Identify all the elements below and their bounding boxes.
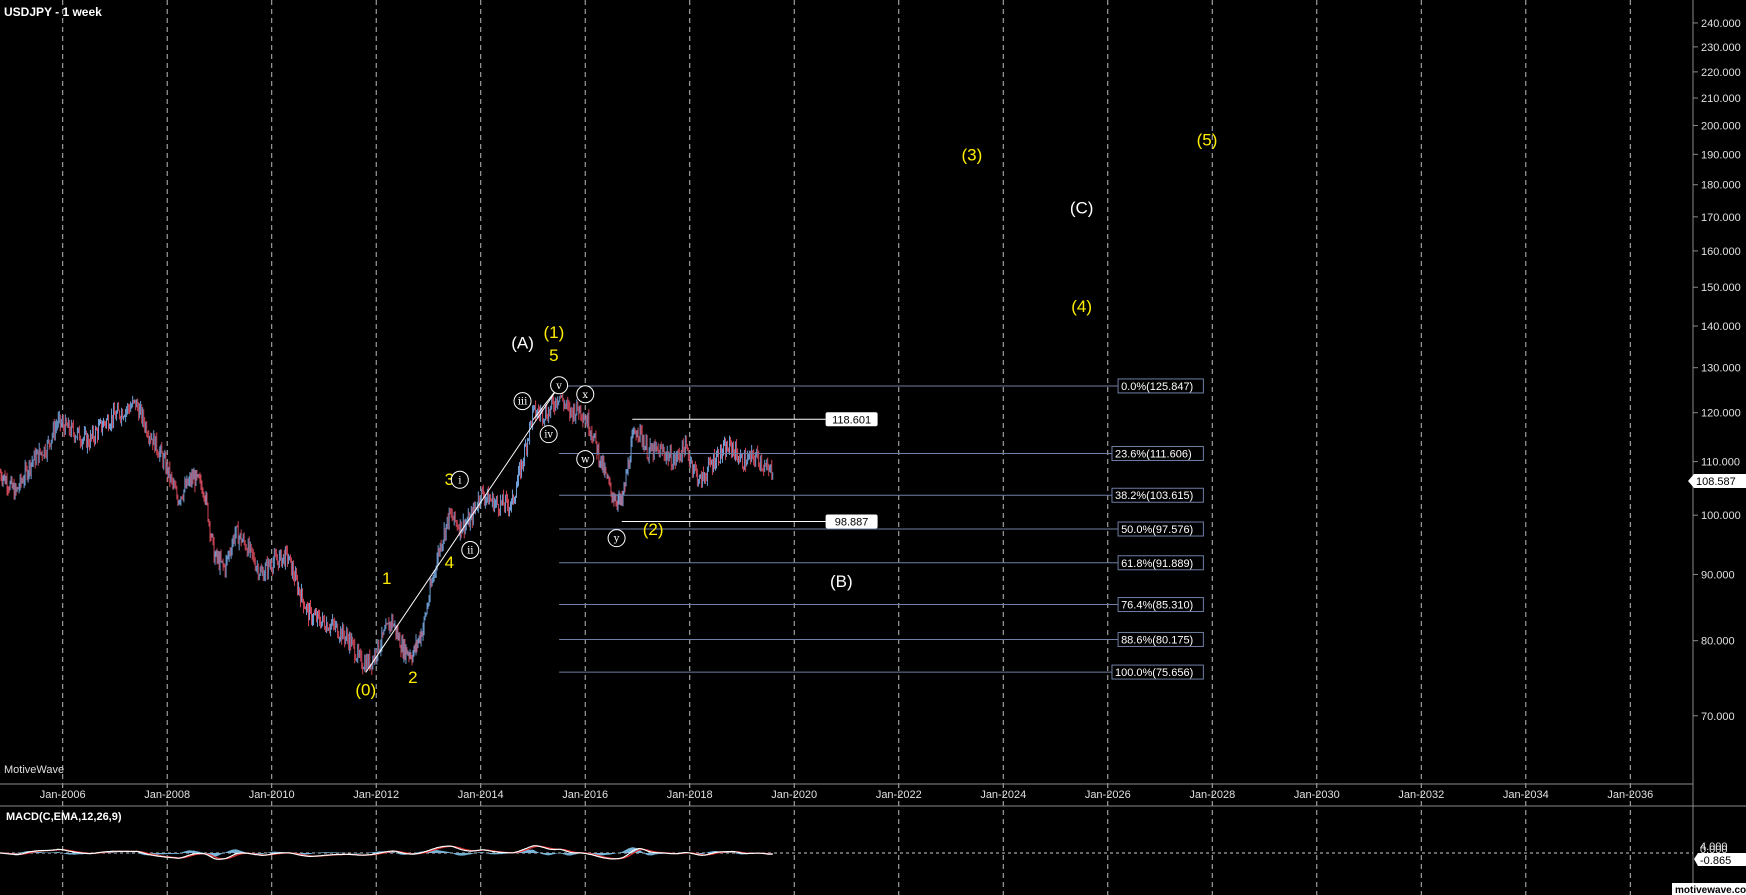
y-tick-label: 140.000 (1701, 321, 1741, 333)
x-tick-label: Jan-2032 (1398, 789, 1444, 801)
x-tick-label: Jan-2012 (353, 789, 399, 801)
y-tick-label: 210.000 (1701, 93, 1741, 105)
x-tick-label: Jan-2028 (1189, 789, 1235, 801)
wave-label: 2 (408, 668, 417, 687)
footer-badge: motivewave.com (1672, 883, 1746, 895)
wave-label: (2) (643, 520, 664, 539)
circle-label: i (458, 475, 461, 486)
circle-label: y (613, 534, 620, 545)
x-tick-label: Jan-2006 (40, 789, 86, 801)
x-tick-label: Jan-2014 (458, 789, 504, 801)
x-tick-label: Jan-2026 (1085, 789, 1131, 801)
wave-label: 4 (445, 553, 454, 572)
y-tick-label: 230.000 (1701, 42, 1741, 54)
wave-label: 1 (382, 569, 391, 588)
y-tick-label: 200.000 (1701, 120, 1741, 132)
fib-level-label: 61.8%(91.889) (1121, 558, 1193, 570)
x-tick-label: Jan-2016 (562, 789, 608, 801)
wave-label: (4) (1071, 297, 1092, 316)
wave-label: (C) (1070, 199, 1094, 218)
fib-level-label: 76.4%(85.310) (1121, 600, 1193, 612)
fib-level-label: 38.2%(103.615) (1115, 490, 1193, 502)
circle-label: v (555, 381, 562, 392)
footer-text: motivewave.com (1675, 885, 1746, 895)
y-tick-label: 170.000 (1701, 212, 1741, 224)
x-tick-label: Jan-2008 (144, 789, 190, 801)
chart-title: USDJPY - 1 week (4, 5, 102, 19)
y-tick-label: 160.000 (1701, 246, 1741, 258)
x-tick-label: Jan-2018 (667, 789, 713, 801)
circle-label: iii (518, 397, 528, 408)
y-tick-label: 100.000 (1701, 510, 1741, 522)
circle-label: iv (544, 430, 553, 441)
x-tick-label: Jan-2030 (1294, 789, 1340, 801)
watermark: MotiveWave (4, 764, 64, 776)
price-marker-label: 98.887 (835, 517, 869, 529)
x-tick-label: Jan-2024 (980, 789, 1026, 801)
wave-label: 5 (549, 346, 558, 365)
y-tick-label: 150.000 (1701, 282, 1741, 294)
y-tick-label: 190.000 (1701, 149, 1741, 161)
fib-level-label: 88.6%(80.175) (1121, 634, 1193, 646)
circle-label: ii (467, 546, 473, 557)
circle-label: w (581, 455, 590, 466)
y-tick-label: 220.000 (1701, 67, 1741, 79)
wave-label: (1) (543, 323, 564, 342)
price-marker-label: 118.601 (832, 414, 871, 426)
y-tick-label: 80.000 (1701, 636, 1735, 648)
y-tick-label: 240.000 (1701, 18, 1741, 30)
wave-label: (B) (830, 572, 853, 591)
x-tick-label: Jan-2010 (249, 789, 295, 801)
y-tick-label: 180.000 (1701, 180, 1741, 192)
chart-canvas[interactable]: 0.0%(125.847) 23.6%(111.606) 38.2%(103.615… (0, 0, 1746, 895)
wave-label: (5) (1197, 131, 1218, 150)
y-tick-label: 90.000 (1701, 569, 1735, 581)
fib-level-label: 23.6%(111.606) (1115, 448, 1192, 460)
x-tick-label: Jan-2036 (1607, 789, 1653, 801)
y-tick-label: 120.000 (1701, 408, 1741, 420)
x-tick-label: Jan-2020 (771, 789, 817, 801)
fib-level-label: 50.0%(97.576) (1121, 524, 1193, 536)
y-tick-label: 70.000 (1701, 711, 1735, 723)
last-price-badge: 108.587 (1688, 474, 1746, 488)
wave-label: (0) (355, 680, 376, 699)
macd-last-value: -0.865 (1700, 855, 1731, 867)
macd-label: MACD(C,EMA,12,26,9) (6, 811, 122, 823)
x-tick-label: Jan-2022 (876, 789, 922, 801)
y-tick-label: 130.000 (1701, 363, 1741, 375)
last-price-label: 108.587 (1696, 476, 1736, 488)
circle-label: x (582, 390, 588, 401)
x-tick-label: Jan-2034 (1503, 789, 1549, 801)
fib-level-label: 0.0%(125.847) (1121, 381, 1193, 393)
wave-label: (3) (962, 145, 983, 164)
y-tick-label: 110.000 (1701, 457, 1740, 469)
wave-label: (A) (511, 334, 534, 353)
fib-level-label: 100.0%(75.656) (1115, 667, 1193, 679)
macd-tick-0: 0.000 (1700, 844, 1728, 856)
